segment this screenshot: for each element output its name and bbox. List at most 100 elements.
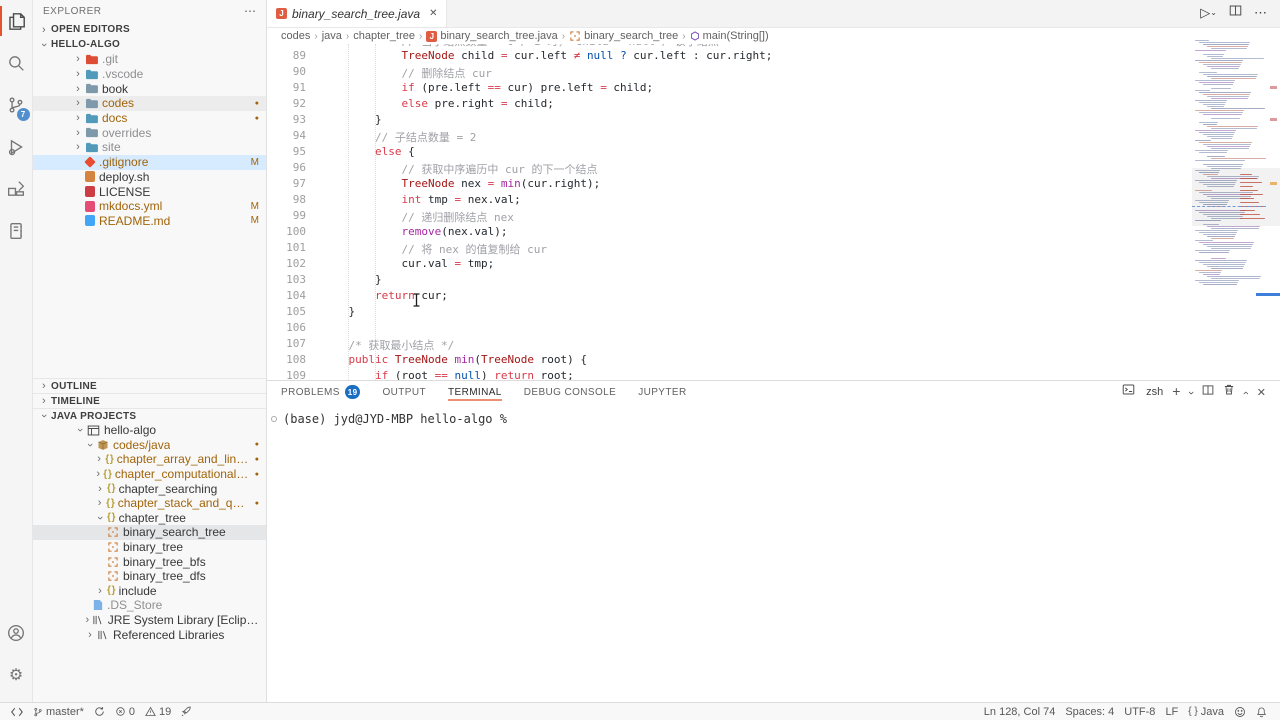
explorer-item-overrides[interactable]: ›overrides <box>33 125 266 140</box>
branch-icon <box>33 706 43 718</box>
status-item-remote[interactable] <box>6 707 28 717</box>
activity-item-source-control[interactable]: 7 <box>0 84 33 126</box>
status-item-bell[interactable] <box>1251 706 1272 718</box>
breadcrumb-item[interactable]: main(String[]) <box>690 30 769 42</box>
explorer-item-mkdocs.yml[interactable]: mkdocs.ymlM <box>33 199 266 214</box>
explorer-item-.git[interactable]: ›.git <box>33 52 266 67</box>
file-label: book <box>102 82 128 96</box>
project-root-section[interactable]: › HELLO-ALGO <box>33 37 266 52</box>
explorer-item-deploy.sh[interactable]: deploy.sh <box>33 170 266 185</box>
explorer-item-LICENSE[interactable]: LICENSE <box>33 184 266 199</box>
explorer-item-.gitignore[interactable]: .gitignoreM <box>33 155 266 170</box>
bottom-panel: PROBLEMS19 OUTPUT TERMINAL DEBUG CONSOLE JUP… <box>267 380 1280 702</box>
panel-actions: zsh+››✕ <box>1122 383 1266 401</box>
split-panel-button[interactable] <box>1202 383 1214 401</box>
status-item-ln-128-col-74[interactable]: Ln 128, Col 74 <box>979 706 1061 718</box>
tab-binary-search-tree[interactable]: J binary_search_tree.java ✕ <box>267 0 447 27</box>
activity-item-explorer[interactable] <box>0 0 33 42</box>
run-button[interactable]: ▷⌄ <box>1200 4 1217 22</box>
status-item-braces[interactable]: { }Java <box>1183 706 1229 718</box>
panel-tab-problems[interactable]: PROBLEMS19 <box>281 381 360 403</box>
breadcrumb-item[interactable]: binary_search_tree <box>569 30 678 42</box>
open-editors-section[interactable]: › OPEN EDITORS <box>33 22 266 37</box>
explorer-item-book[interactable]: ›book <box>33 81 266 96</box>
chevron-right-icon: › <box>93 468 103 480</box>
status-item-utf-8[interactable]: UTF-8 <box>1119 706 1160 718</box>
activity-item-account[interactable] <box>0 612 33 654</box>
close-panel-button[interactable]: ✕ <box>1257 383 1266 401</box>
status-item-lf[interactable]: LF <box>1160 706 1183 718</box>
activity-item-extensions[interactable] <box>0 168 33 210</box>
activity-item-settings[interactable]: ⚙ <box>0 654 33 696</box>
editor-actions: ▷⌄ ⋯ <box>1200 4 1268 22</box>
java-tree-item-codes-java[interactable]: ›codes/java● <box>33 438 266 453</box>
line-number: 94 <box>267 129 322 145</box>
more-actions-button[interactable]: ⋯ <box>1254 4 1268 22</box>
code-editor[interactable]: 88 // 当子结点数量 = 0 / 1 时， child = null / 该… <box>267 44 1192 380</box>
new-terminal-button[interactable]: + <box>1172 383 1180 401</box>
java-tree-item-hello-algo[interactable]: ›hello-algo <box>33 423 266 438</box>
status-item-rocket[interactable] <box>176 706 197 717</box>
java-tree-item-binary_tree_dfs[interactable]: binary_tree_dfs <box>33 569 266 584</box>
kill-terminal-button[interactable] <box>1223 383 1235 401</box>
breadcrumb-item[interactable]: chapter_tree <box>353 30 415 42</box>
java-tree-item--ds_store[interactable]: .DS_Store <box>33 598 266 613</box>
breadcrumb-item[interactable]: java <box>322 30 342 42</box>
terminal[interactable]: (base) jyd@JYD-MBP hello-algo % <box>267 403 1280 426</box>
tree-item-label: codes/java <box>113 438 170 452</box>
split-editor-button[interactable] <box>1229 4 1242 22</box>
panel-tab-output[interactable]: OUTPUT <box>382 381 426 403</box>
scm-badge: 7 <box>17 108 30 121</box>
code-line-107: 107 /* 获取最小结点 */ <box>267 337 1192 353</box>
java-tree-item-binary_search_tree[interactable]: binary_search_tree <box>33 525 266 540</box>
line-number: 108 <box>267 353 322 369</box>
java-projects-section[interactable]: › JAVA PROJECTS <box>33 408 266 423</box>
java-tree-item-chapter_tree[interactable]: ›{ }chapter_tree <box>33 511 266 526</box>
status-item-feedback[interactable] <box>1229 706 1251 718</box>
minimap[interactable] <box>1192 40 1268 292</box>
explorer-item-site[interactable]: ›site <box>33 140 266 155</box>
java-tree-item-jre-system-library-eclipse-temurin-17-17-[interactable]: ›JRE System Library [Eclipse Temurin 17 … <box>33 613 266 628</box>
status-item-sync[interactable] <box>89 706 110 717</box>
activity-item-search[interactable] <box>0 42 33 84</box>
more-actions-icon[interactable]: ⋯ <box>244 4 256 18</box>
java-tree-item-include[interactable]: ›{ }include <box>33 584 266 599</box>
status-item-warning[interactable]: 19 <box>140 706 176 718</box>
status-bar-right: Ln 128, Col 74Spaces: 4UTF-8LF{ }Java <box>979 706 1280 718</box>
code-text: remove(nex.val); <box>322 225 507 241</box>
maximize-panel-button[interactable]: › <box>1244 383 1248 401</box>
chevron-down-icon: › <box>38 38 50 52</box>
java-tree-item-chapter_stack_and_queue[interactable]: ›{ }chapter_stack_and_queue● <box>33 496 266 511</box>
breadcrumb-item[interactable]: Jbinary_search_tree.java <box>426 30 557 42</box>
dropdown-button[interactable]: › <box>1189 383 1193 401</box>
status-item-branch[interactable]: master* <box>28 706 89 718</box>
explorer-item-README.md[interactable]: README.mdM <box>33 214 266 229</box>
activity-item-run-debug[interactable] <box>0 126 33 168</box>
folder-icon <box>85 142 98 153</box>
explorer-item-codes[interactable]: ›codes● <box>33 96 266 111</box>
explorer-item-.vscode[interactable]: ›.vscode <box>33 67 266 82</box>
panel-tab-jupyter[interactable]: JUPYTER <box>638 381 686 403</box>
java-tree-item-chapter_searching[interactable]: ›{ }chapter_searching <box>33 481 266 496</box>
activity-item-notebook[interactable] <box>0 210 33 252</box>
java-tree-item-binary_tree[interactable]: binary_tree <box>33 540 266 555</box>
java-tree-item-binary_tree_bfs[interactable]: binary_tree_bfs <box>33 554 266 569</box>
timeline-section[interactable]: › TIMELINE <box>33 393 266 408</box>
chevron-right-icon: › <box>83 629 97 641</box>
close-icon[interactable]: ✕ <box>429 8 437 19</box>
panel-tab-terminal[interactable]: TERMINAL <box>448 381 502 403</box>
java-tree-item-chapter_computational_complexity[interactable]: ›{ }chapter_computational_complexity● <box>33 467 266 482</box>
java-tree-item-referenced-libraries[interactable]: ›Referenced Libraries <box>33 627 266 642</box>
panel-tab-debug-console[interactable]: DEBUG CONSOLE <box>524 381 616 403</box>
outline-section[interactable]: › OUTLINE <box>33 378 266 393</box>
java-icon: J <box>426 31 437 42</box>
minimap-slider[interactable] <box>1192 168 1280 226</box>
breadcrumb-item[interactable]: codes <box>281 30 310 42</box>
status-item-spaces-4[interactable]: Spaces: 4 <box>1060 706 1119 718</box>
explorer-item-docs[interactable]: ›docs● <box>33 111 266 126</box>
minimap-line <box>1211 138 1232 139</box>
terminal-shell-button[interactable] <box>1122 383 1135 401</box>
code-text: return cur; <box>322 289 448 305</box>
java-tree-item-chapter_array_and_linkedlist[interactable]: ›{ }chapter_array_and_linkedlist● <box>33 452 266 467</box>
status-item-error[interactable]: 0 <box>110 706 140 718</box>
